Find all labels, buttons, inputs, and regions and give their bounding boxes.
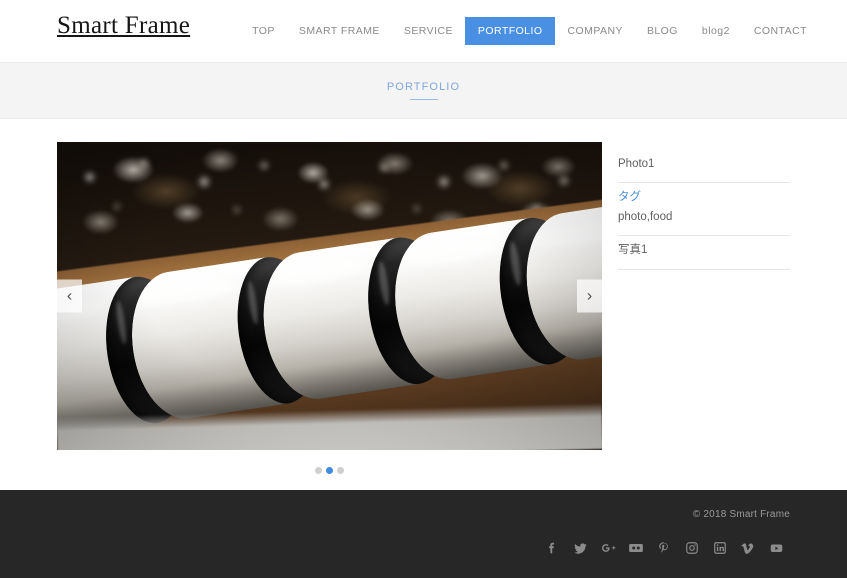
social-links xyxy=(0,538,790,558)
vimeo-icon[interactable] xyxy=(734,538,762,558)
nav-item-blog[interactable]: BLOG xyxy=(635,18,690,45)
nav-item-contact[interactable]: CONTACT xyxy=(742,18,819,45)
carousel-dot-1[interactable] xyxy=(315,467,322,474)
youtube-icon[interactable] xyxy=(762,538,790,558)
nav-item-smart-frame[interactable]: SMART FRAME xyxy=(287,18,392,45)
page-title-underline xyxy=(409,98,438,101)
carousel-slide[interactable]: ‹ › xyxy=(57,142,602,450)
main-content: ‹ › Photo1 タグ photo,food 写真1 xyxy=(0,119,847,489)
copyright-text: © 2018 Smart Frame xyxy=(692,509,790,520)
site-footer: © 2018 Smart Frame xyxy=(0,490,847,578)
meta-row-title: Photo1 xyxy=(618,152,790,184)
portfolio-carousel: ‹ › xyxy=(57,142,602,474)
photo-caption: 写真1 xyxy=(618,244,648,257)
linkedin-icon[interactable] xyxy=(706,538,734,558)
nav-item-service[interactable]: SERVICE xyxy=(392,18,465,45)
carousel-dot-2[interactable] xyxy=(326,467,333,474)
carousel-prev-arrow-icon[interactable]: ‹ xyxy=(57,279,82,313)
nav-item-blog2[interactable]: blog2 xyxy=(690,18,742,45)
nav-item-company[interactable]: COMPANY xyxy=(555,18,634,45)
nav-item-portfolio[interactable]: PORTFOLIO xyxy=(464,16,556,46)
site-logo[interactable]: Smart Frame xyxy=(57,13,190,38)
page-title-bar: PORTFOLIO xyxy=(0,62,847,119)
carousel-dot-3[interactable] xyxy=(337,467,344,474)
main-navigation: TOP SMART FRAME SERVICE PORTFOLIO COMPAN… xyxy=(240,0,819,62)
nav-item-top[interactable]: TOP xyxy=(240,18,287,45)
pinterest-icon[interactable] xyxy=(650,538,678,558)
carousel-next-arrow-icon[interactable]: › xyxy=(577,279,602,313)
flickr-icon[interactable] xyxy=(622,538,650,558)
portfolio-meta-panel: Photo1 タグ photo,food 写真1 xyxy=(618,142,790,270)
instagram-icon[interactable] xyxy=(678,538,706,558)
carousel-pagination xyxy=(57,467,602,474)
facebook-icon[interactable] xyxy=(538,538,566,558)
photo-title: Photo1 xyxy=(618,158,655,170)
meta-row-caption: 写真1 xyxy=(618,236,790,270)
tag-label-link[interactable]: タグ xyxy=(618,189,790,206)
page-title: PORTFOLIO xyxy=(386,80,461,93)
slide-photo-wine-bottles xyxy=(57,142,602,450)
tag-value: photo,food xyxy=(618,211,673,224)
meta-row-tags: タグ photo,food xyxy=(618,183,790,237)
twitter-icon[interactable] xyxy=(566,538,594,558)
google-plus-icon[interactable] xyxy=(594,538,622,558)
site-header: Smart Frame TOP SMART FRAME SERVICE PORT… xyxy=(0,0,847,62)
